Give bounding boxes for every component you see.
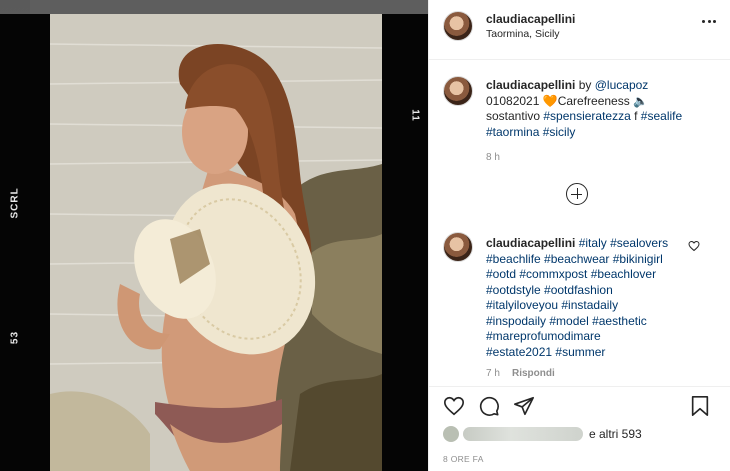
like-icon[interactable] [443,395,465,417]
comment-icon[interactable] [478,395,500,417]
caption-time[interactable]: 8 h [486,152,500,163]
comment-avatar[interactable] [443,232,473,262]
caption-sostantivo: sostantivo [486,109,541,123]
film-label-53: 53 [9,330,21,345]
bookmark-icon[interactable] [689,395,711,417]
caption-date: 01082021 [486,93,540,108]
comment-line-3[interactable]: #ootd #commxpost #beachlover [486,267,656,281]
comment-line-8[interactable]: #estate2021 #summer [486,345,605,359]
share-icon[interactable] [513,395,535,417]
more-options-icon[interactable] [702,14,716,28]
load-more-comments-icon[interactable] [566,183,588,205]
caption-text: claudiacapellini by @lucapoz 01082021 🧡C… [486,78,726,140]
caption-by: by [578,78,592,92]
comment-text: claudiacapellini #italy #sealovers #beac… [486,236,686,360]
hashtag-spensieratezza[interactable]: #spensieratezza [543,109,630,123]
caption-username[interactable]: claudiacapellini [486,78,575,92]
author-username[interactable]: claudiacapellini [486,12,575,26]
comment-line-2[interactable]: #beachlife #beachwear #bikinigirl [486,252,663,266]
caption-avatar[interactable] [443,76,473,106]
comment-line-7[interactable]: #mareprofumodimare [486,329,601,343]
post-location[interactable]: Taormina, Sicily [486,28,560,40]
photo-panel: SCRL 53 11 [0,14,428,471]
post-date[interactable]: 8 ORE FA [443,454,484,464]
hashtag-sealife[interactable]: #sealife [641,109,682,123]
caption-word: Carefreeness [557,93,630,108]
header-divider [429,59,730,60]
post-photo[interactable] [50,14,382,471]
comment-line-1[interactable]: #italy #sealovers [579,236,668,250]
film-label-11: 11 [409,109,421,122]
comment-time[interactable]: 7 h [486,368,500,379]
hashtag-taormina[interactable]: #taormina [486,125,539,139]
comment-like-icon[interactable] [688,240,700,252]
caption-mention[interactable]: @lucapoz [595,78,649,92]
comment-reply-button[interactable]: Rispondi [512,368,555,379]
film-label-scrl: SCRL [9,187,21,219]
caption-f: f [634,109,638,123]
orange-heart-emoji: 🧡 [542,93,558,108]
author-avatar[interactable] [443,11,473,41]
liker-avatar [443,426,459,442]
photo-illustration [50,14,382,471]
likes-count[interactable]: e altri 593 [589,427,642,441]
comment-line-4[interactable]: #ootdstyle #ootdfashion [486,283,613,297]
post-panel: claudiacapellini Taormina, Sicily claudi… [428,0,730,471]
liker-names-blurred [463,427,583,441]
speaker-emoji: 🔈 [633,93,649,108]
comment-username[interactable]: claudiacapellini [486,236,575,250]
likes-row[interactable]: e altri 593 [443,426,642,442]
comment-line-6[interactable]: #inspodaily #model #aesthetic [486,314,647,328]
comment-line-5[interactable]: #italyiloveyou #instadaily [486,298,618,312]
actions-divider [429,386,730,387]
hashtag-sicily[interactable]: #sicily [543,125,576,139]
